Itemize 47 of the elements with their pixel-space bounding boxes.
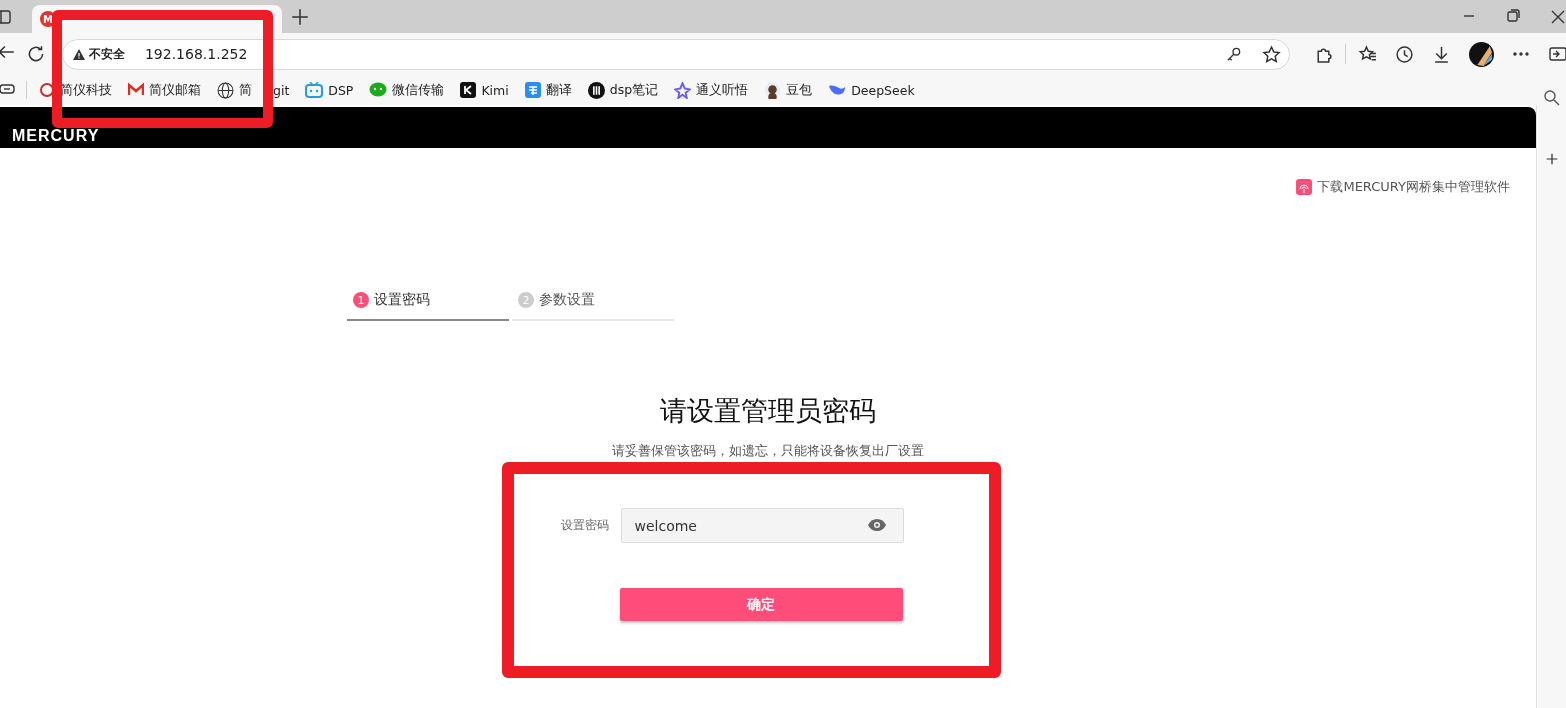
new-tab-icon[interactable]	[290, 7, 310, 27]
step-number: 1	[353, 292, 369, 308]
bookmark[interactable]: 豆包	[764, 81, 813, 99]
bookmark[interactable]: DeepSeek	[828, 82, 915, 98]
bookmark[interactable]: 通义听悟	[674, 81, 749, 99]
security-warning[interactable]: 不安全	[72, 45, 125, 63]
tv-icon	[305, 82, 324, 98]
bookmark[interactable]: 翻译	[524, 81, 572, 99]
address-bar[interactable]: 不安全 192.168.1.252	[61, 38, 1290, 70]
search-icon[interactable]	[1542, 89, 1561, 107]
chat-icon	[369, 82, 388, 98]
bookmark[interactable]: 简仪邮箱	[128, 81, 201, 99]
sidebar-toggle-icon[interactable]	[1548, 45, 1566, 63]
restore-icon[interactable]	[1504, 7, 1522, 25]
avatar-icon	[764, 81, 782, 99]
app-logo-icon	[1296, 179, 1313, 195]
warning-icon	[72, 48, 85, 60]
reload-icon[interactable]	[26, 44, 46, 64]
star-logo-icon	[674, 81, 692, 99]
url-text: 192.168.1.252	[144, 46, 249, 62]
logo-icon	[39, 82, 55, 98]
bookmark[interactable]: 简 git	[217, 81, 290, 99]
profile-avatar[interactable]	[1469, 41, 1494, 67]
bookmark[interactable]: Kimi	[460, 82, 509, 98]
app-icon	[460, 82, 477, 98]
bookmark[interactable]: DSP	[305, 82, 354, 98]
download-link[interactable]: 下载MERCURY网桥集中管理软件	[1296, 178, 1510, 196]
notes-icon	[587, 81, 605, 99]
globe-icon	[217, 81, 234, 99]
whale-icon	[828, 83, 847, 97]
password-field[interactable]: welcome	[620, 508, 904, 543]
translate-icon	[524, 82, 541, 98]
favorite-star-icon[interactable]	[1262, 44, 1281, 64]
bookmark[interactable]: 微信传输	[369, 81, 445, 99]
field-label: 设置密码	[560, 517, 609, 534]
page-title: 请设置管理员密码	[660, 394, 876, 428]
brand-logo: MERCURY	[12, 128, 100, 144]
subtitle: 请妥善保管该密码，如遗忘，只能将设备恢复出厂设置	[612, 443, 924, 460]
mail-logo-icon	[128, 82, 144, 98]
eye-icon[interactable]	[867, 519, 886, 531]
bookmark[interactable]: dsp笔记	[587, 81, 659, 99]
step-tab[interactable]: 1 设置密码	[347, 290, 509, 321]
history-icon[interactable]	[1395, 44, 1414, 64]
key-icon[interactable]	[1225, 45, 1242, 63]
favorites-icon[interactable]	[1358, 44, 1377, 64]
bookmark[interactable]: 简仪科技	[39, 81, 112, 99]
download-icon[interactable]	[1432, 44, 1451, 64]
